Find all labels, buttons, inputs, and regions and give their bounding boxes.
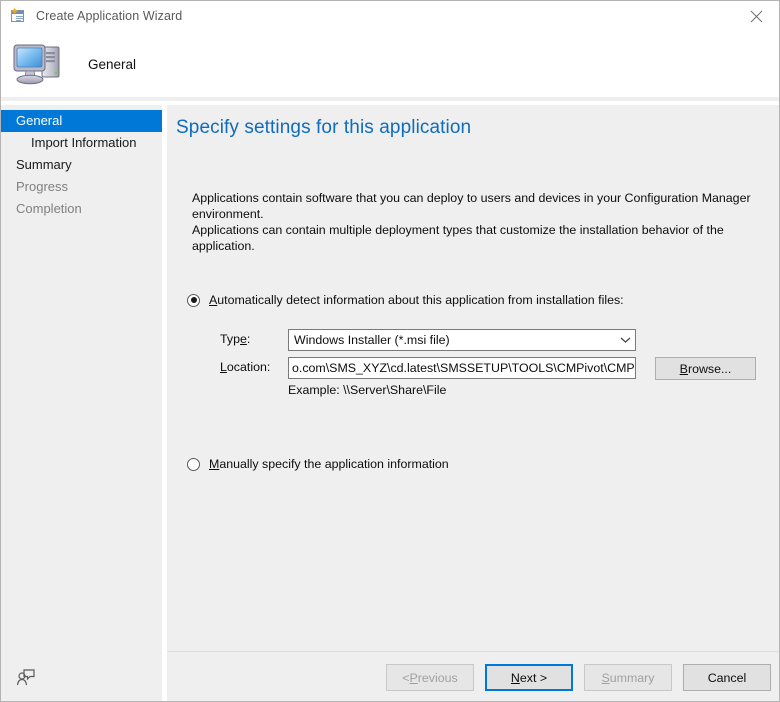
intro-text: Applications contain software that you c…: [192, 190, 762, 254]
type-label-accelerator: e: [239, 332, 247, 346]
new-window-icon: ✦: [10, 7, 26, 24]
sidebar-item-summary[interactable]: Summary: [1, 154, 162, 176]
intro-line-2: Applications can contain multiple deploy…: [192, 223, 724, 253]
type-dropdown[interactable]: Windows Installer (*.msi file): [288, 329, 636, 351]
previous-button[interactable]: < Previous: [386, 664, 474, 691]
summary-button-accelerator: S: [601, 670, 610, 685]
sidebar-item-progress[interactable]: Progress: [1, 176, 162, 198]
radio-automatic-text: utomatically detect information about th…: [217, 293, 624, 307]
next-button-text: ext >: [519, 670, 548, 685]
wizard-step-nav: General Import Information Summary Progr…: [1, 101, 162, 701]
radio-automatic-label: Automatically detect information about t…: [209, 293, 624, 307]
browse-button-accelerator: B: [679, 361, 688, 376]
title-bar: ✦ Create Application Wizard: [1, 1, 779, 31]
location-label-accelerator: L: [220, 360, 227, 374]
next-button[interactable]: Next >: [485, 664, 573, 691]
header-title: General: [88, 56, 137, 72]
radio-manual-specify[interactable]: Manually specify the application informa…: [187, 457, 449, 471]
wizard-header: General: [1, 31, 779, 97]
wizard-content-panel: Specify settings for this application Ap…: [167, 101, 779, 701]
browse-button[interactable]: Browse...: [655, 357, 756, 380]
radio-manual-text: anually specify the application informat…: [219, 457, 449, 471]
location-input-value: o.com\SMS_XYZ\cd.latest\SMSSETUP\TOOLS\C…: [292, 361, 635, 375]
location-field-row: Location: o.com\SMS_XYZ\cd.latest\SMSSET…: [167, 357, 779, 380]
page-title: Specify settings for this application: [176, 117, 472, 138]
location-input[interactable]: o.com\SMS_XYZ\cd.latest\SMSSETUP\TOOLS\C…: [288, 357, 636, 379]
next-button-accelerator: N: [510, 670, 520, 685]
summary-button-text: ummary: [609, 670, 655, 685]
previous-button-pre: <: [402, 670, 410, 685]
sidebar-item-import-information[interactable]: Import Information: [1, 132, 162, 154]
create-application-wizard-window: ✦ Create Application Wizard General Gene…: [0, 0, 780, 702]
footer-divider: [167, 651, 779, 652]
location-label-text: ocation:: [226, 360, 271, 374]
type-dropdown-value: Windows Installer (*.msi file): [294, 333, 450, 347]
cancel-button[interactable]: Cancel: [683, 664, 771, 691]
previous-button-accelerator: P: [409, 670, 418, 685]
radio-manual-accelerator: M: [209, 457, 220, 471]
chevron-down-icon: [616, 330, 634, 350]
intro-line-1: Applications contain software that you c…: [192, 191, 751, 221]
sidebar-item-general[interactable]: General: [1, 110, 162, 132]
browse-button-text: rowse...: [687, 361, 732, 376]
type-label-pre: Typ: [220, 332, 240, 346]
radio-manual-label: Manually specify the application informa…: [209, 457, 449, 471]
type-label-post: :: [246, 332, 251, 346]
cancel-button-text: Cancel: [707, 670, 747, 685]
window-title: Create Application Wizard: [36, 9, 183, 23]
type-field-row: Type: Windows Installer (*.msi file): [167, 329, 779, 351]
computer-icon: [11, 40, 63, 88]
sidebar-item-completion[interactable]: Completion: [1, 198, 162, 220]
location-label: Location:: [220, 360, 270, 374]
radio-automatic-detect[interactable]: Automatically detect information about t…: [187, 293, 624, 307]
wizard-button-bar: < Previous Next > Summary Cancel: [386, 664, 771, 691]
type-label: Type:: [220, 332, 250, 346]
close-icon[interactable]: [733, 1, 779, 31]
location-example-text: Example: \\Server\Share\File: [288, 383, 447, 397]
radio-automatic-indicator: [187, 293, 200, 307]
radio-manual-indicator: [187, 457, 200, 471]
summary-button[interactable]: Summary: [584, 664, 672, 691]
previous-button-text: revious: [417, 670, 458, 685]
feedback-person-icon[interactable]: [15, 667, 37, 689]
